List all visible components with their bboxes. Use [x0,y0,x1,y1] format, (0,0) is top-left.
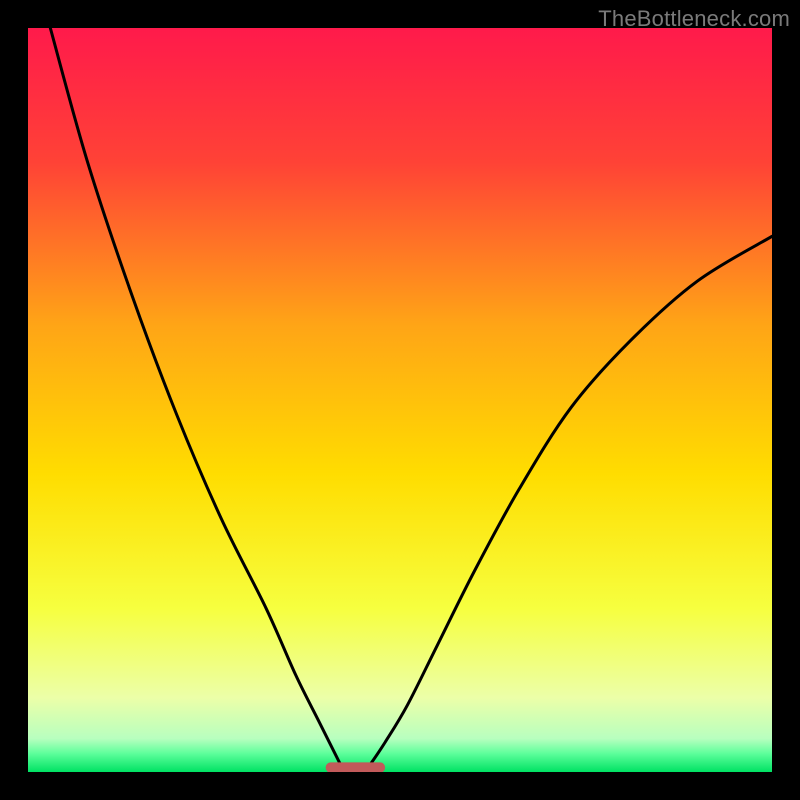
bottleneck-marker [326,762,386,772]
marker-group [326,762,386,772]
gradient-background [28,28,772,772]
chart-svg [28,28,772,772]
watermark-text: TheBottleneck.com [598,6,790,32]
plot-area [28,28,772,772]
chart-frame: TheBottleneck.com [0,0,800,800]
